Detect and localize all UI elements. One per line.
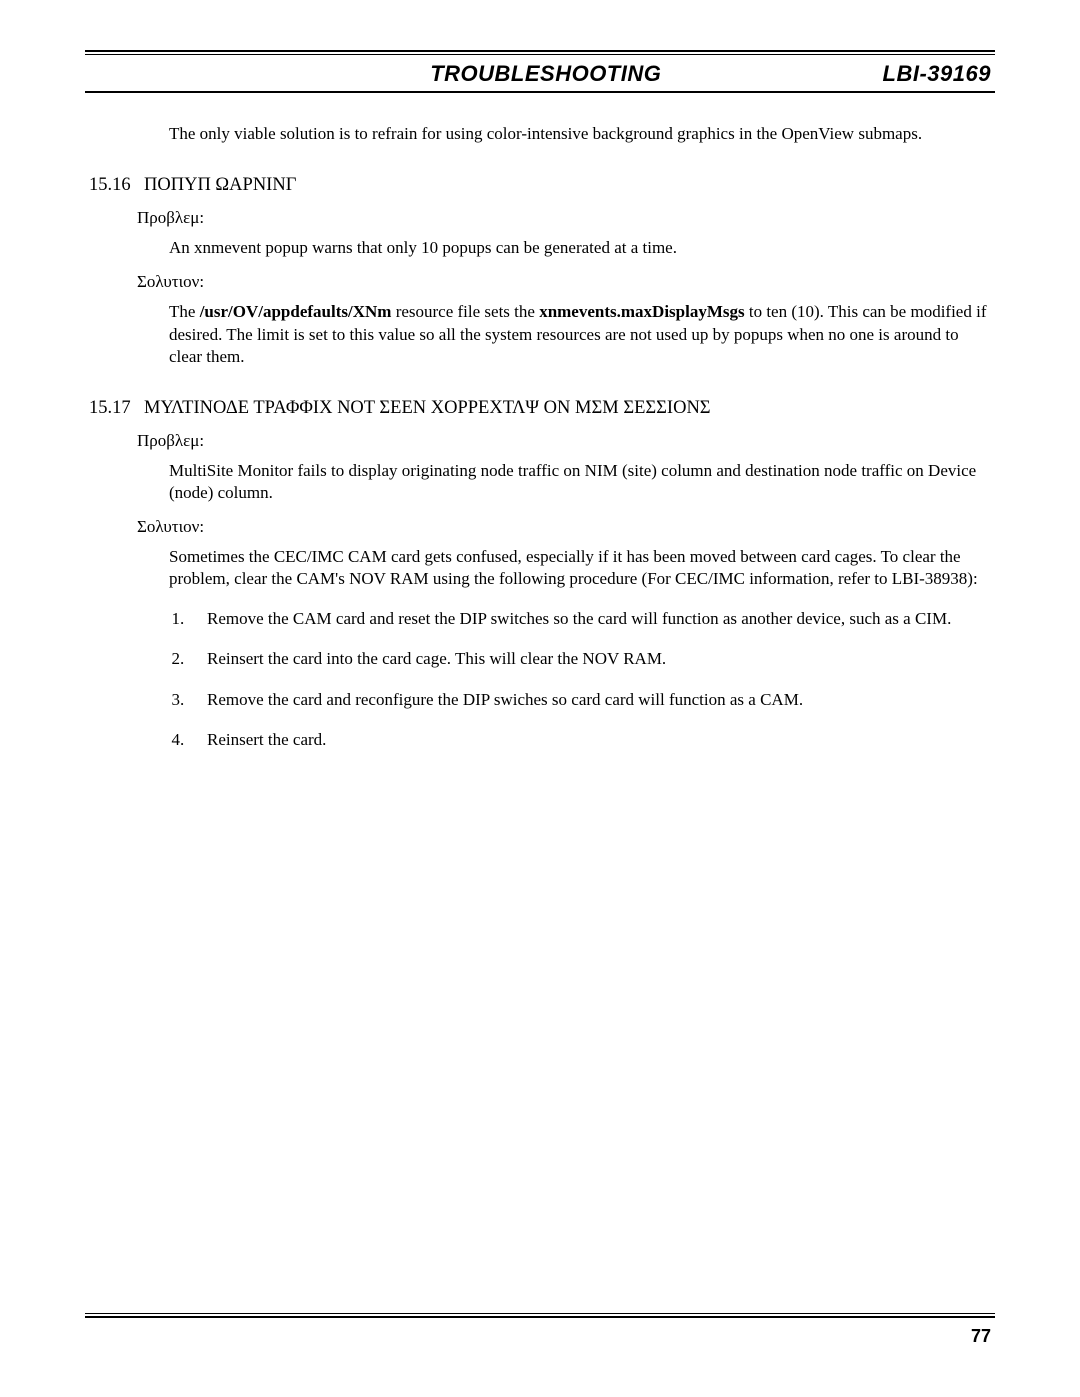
section-heading-15-17: 15.17 ΜΥΛΤΙΝΟΔΕ ΤΡΑΦΦΙΧ ΝΟΤ ΣΕΕΝ ΧΟΡΡΕΧΤ… [89, 396, 991, 420]
solution-text: Sometimes the CEC/IMC CAM card gets conf… [169, 546, 991, 590]
problem-text: MultiSite Monitor fails to display origi… [169, 460, 991, 504]
solution-bold-path: /usr/OV/appdefaults/XNm [200, 302, 392, 321]
step-item: Remove the card and reconfigure the DIP … [197, 689, 991, 711]
header-rule-top-thick [85, 50, 995, 52]
solution-mid: resource file sets the [391, 302, 539, 321]
solution-text: The /usr/OV/appdefaults/XNm resource fil… [169, 301, 991, 367]
header-title: TROUBLESHOOTING [89, 61, 883, 87]
section-number: 15.16 [89, 173, 144, 197]
steps-list: Remove the CAM card and reset the DIP sw… [197, 608, 991, 750]
section-number: 15.17 [89, 396, 144, 420]
step-item: Reinsert the card. [197, 729, 991, 751]
section-title: ΠΟΠΥΠ ΩΑΡΝΙΝΓ [144, 173, 296, 197]
problem-label: Προβλεμ: [137, 207, 991, 229]
solution-label: Σολυτιον: [137, 516, 991, 538]
problem-label: Προβλεμ: [137, 430, 991, 452]
header-rule-top-thin [85, 54, 995, 55]
page-number: 77 [85, 1326, 995, 1347]
section-heading-15-16: 15.16 ΠΟΠΥΠ ΩΑΡΝΙΝΓ [89, 173, 991, 197]
step-item: Reinsert the card into the card cage. Th… [197, 648, 991, 670]
footer: 77 [85, 1313, 995, 1347]
header-rule-bottom [85, 91, 995, 93]
page: TROUBLESHOOTING LBI-39169 The only viabl… [0, 0, 1080, 1397]
footer-rule-thick [85, 1316, 995, 1318]
step-item: Remove the CAM card and reset the DIP sw… [197, 608, 991, 630]
page-header: TROUBLESHOOTING LBI-39169 [85, 61, 995, 91]
content: The only viable solution is to refrain f… [85, 123, 995, 751]
header-doc-id: LBI-39169 [883, 61, 991, 87]
footer-rule-thin [85, 1313, 995, 1314]
section-title: ΜΥΛΤΙΝΟΔΕ ΤΡΑΦΦΙΧ ΝΟΤ ΣΕΕΝ ΧΟΡΡΕΧΤΛΨ ΟΝ … [144, 396, 711, 420]
problem-text: An xnmevent popup warns that only 10 pop… [169, 237, 991, 259]
intro-paragraph: The only viable solution is to refrain f… [169, 123, 991, 145]
solution-label: Σολυτιον: [137, 271, 991, 293]
solution-bold-prop: xnmevents.maxDisplayMsgs [539, 302, 744, 321]
solution-pre: The [169, 302, 200, 321]
